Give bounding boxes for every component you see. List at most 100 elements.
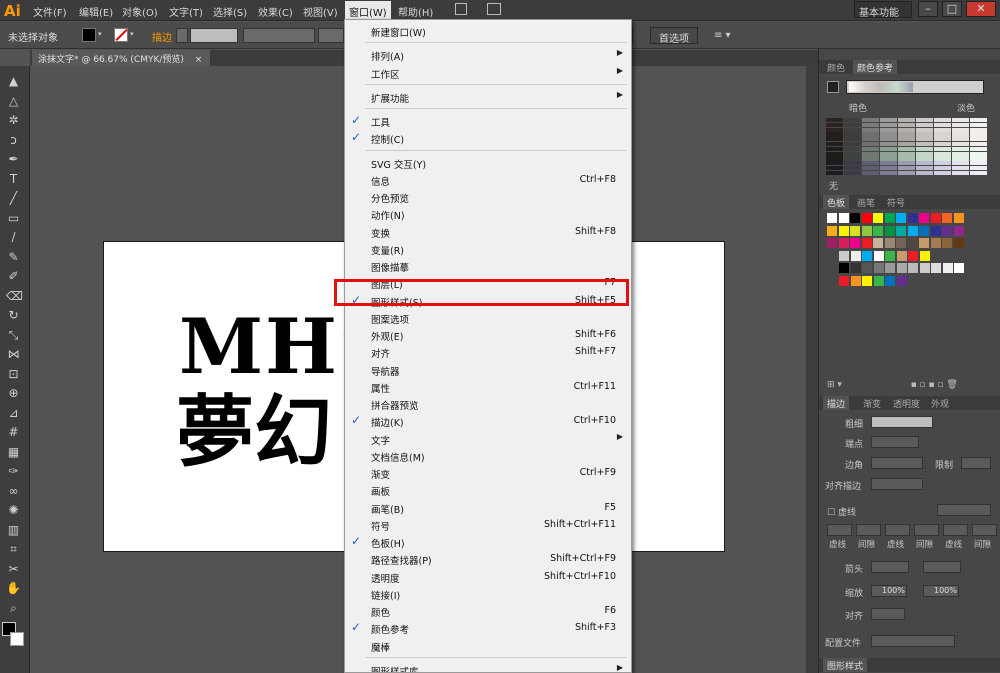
harmony-rules-dropdown[interactable] <box>846 80 984 94</box>
guide-swatch[interactable] <box>880 161 897 166</box>
menu-item[interactable]: 工作区 ▶ <box>345 64 631 81</box>
guide-swatch[interactable] <box>934 137 951 142</box>
paintbrush-icon[interactable]: ∕ <box>6 230 21 244</box>
menu-item[interactable]: 符号 Shift+Ctrl+F11 <box>345 516 631 533</box>
variable-width-dropdown[interactable] <box>243 28 315 43</box>
guide-swatch[interactable] <box>880 151 897 156</box>
stroke-dropdown-icon[interactable]: ▾ <box>130 30 134 38</box>
color-swatch[interactable] <box>954 263 964 273</box>
guide-swatch[interactable] <box>862 166 879 171</box>
free-transform-icon[interactable]: ⊡ <box>6 367 21 381</box>
menu-item[interactable]: 拼合器预览 <box>345 395 631 412</box>
menu-item[interactable]: 扩展功能 ▶ <box>345 88 631 105</box>
menu-item[interactable]: 外观(E) Shift+F6 <box>345 326 631 343</box>
menu-item[interactable]: ✓ 工具 <box>345 112 631 129</box>
menu-item[interactable]: 导航器 <box>345 361 631 378</box>
corner-buttons[interactable] <box>871 457 923 469</box>
guide-swatch[interactable] <box>916 151 933 156</box>
guide-swatch[interactable] <box>880 146 897 152</box>
guide-swatch[interactable] <box>826 127 843 132</box>
color-swatch[interactable] <box>919 213 929 223</box>
menu-item[interactable]: SVG 交互(Y) <box>345 154 631 171</box>
guide-swatch[interactable] <box>880 122 897 128</box>
guide-swatch[interactable] <box>952 118 969 123</box>
guide-swatch[interactable] <box>916 146 933 152</box>
color-swatch[interactable] <box>839 275 849 286</box>
color-swatch[interactable] <box>907 225 918 236</box>
menu-item[interactable]: ✓ 颜色参考 Shift+F3 <box>345 619 631 636</box>
color-swatch[interactable] <box>942 263 953 273</box>
color-swatch[interactable] <box>885 275 895 286</box>
guide-swatch[interactable] <box>898 127 915 132</box>
guide-swatch[interactable] <box>880 118 897 123</box>
color-swatch[interactable] <box>839 250 849 261</box>
color-swatch[interactable] <box>839 263 849 273</box>
guide-swatch[interactable] <box>970 132 987 137</box>
tab-color-guide[interactable]: 颜色参考 <box>853 60 898 74</box>
guide-swatch[interactable] <box>826 161 843 166</box>
menu-5[interactable]: 效果(C) <box>258 4 293 19</box>
color-swatch[interactable] <box>930 225 941 236</box>
color-swatch[interactable] <box>861 225 872 236</box>
guide-swatch[interactable] <box>898 142 915 147</box>
slice-icon[interactable]: ✂ <box>6 562 21 576</box>
line-tool-icon[interactable]: ╱ <box>6 191 21 205</box>
guide-swatch[interactable] <box>844 118 861 123</box>
color-swatch[interactable] <box>850 250 861 261</box>
guide-swatch[interactable] <box>880 142 897 147</box>
menu-item[interactable]: 图形样式库 ▶ <box>345 661 631 672</box>
color-swatch[interactable] <box>862 250 872 261</box>
color-swatch[interactable] <box>919 225 929 236</box>
hand-icon[interactable]: ✋ <box>6 581 21 595</box>
color-swatch[interactable] <box>873 250 884 261</box>
color-swatch[interactable] <box>930 213 941 223</box>
guide-swatch[interactable] <box>952 166 969 171</box>
menu-item[interactable]: 属性 Ctrl+F11 <box>345 378 631 395</box>
guide-swatch[interactable] <box>898 161 915 166</box>
guide-swatch[interactable] <box>970 151 987 156</box>
guide-swatch[interactable] <box>898 156 915 161</box>
guide-swatch[interactable] <box>862 146 879 152</box>
guide-swatch[interactable] <box>862 132 879 137</box>
artwork-text-line2[interactable]: 夢幻 <box>176 394 332 472</box>
tab-swatches[interactable]: 色板 <box>823 195 850 209</box>
gradient-icon[interactable]: ▦ <box>6 445 21 459</box>
guide-swatch[interactable] <box>826 170 843 176</box>
menu-item[interactable]: 变量(R) <box>345 240 631 257</box>
maximize-button[interactable]: □ <box>942 1 962 17</box>
blob-brush-icon[interactable]: ✐ <box>6 269 21 283</box>
color-swatch[interactable] <box>862 263 872 273</box>
arrow-scale-end[interactable]: 100% <box>923 585 959 597</box>
color-swatch[interactable] <box>838 213 849 223</box>
guide-swatch[interactable] <box>952 151 969 156</box>
guide-swatch[interactable] <box>916 170 933 176</box>
bridge-icon[interactable] <box>455 3 467 15</box>
guide-swatch[interactable] <box>952 146 969 152</box>
rotate-icon[interactable]: ↻ <box>6 308 21 322</box>
color-swatch[interactable] <box>873 275 884 286</box>
guide-swatch[interactable] <box>952 142 969 147</box>
base-color-swatch[interactable] <box>827 81 839 93</box>
guide-swatch[interactable] <box>934 151 951 156</box>
artboard-icon[interactable]: ⌗ <box>6 542 21 556</box>
guide-swatch[interactable] <box>916 132 933 137</box>
menu-1[interactable]: 编辑(E) <box>79 4 113 19</box>
tab-symbols[interactable]: 符号 <box>883 195 909 209</box>
color-swatch[interactable] <box>896 238 906 248</box>
minimize-button[interactable]: – <box>918 1 938 17</box>
arrange-documents-icon[interactable] <box>487 3 501 15</box>
menu-item[interactable]: 渐变 Ctrl+F9 <box>345 464 631 481</box>
menu-item[interactable]: 新建窗口(W) <box>345 22 631 39</box>
end-arrow-dropdown[interactable] <box>923 561 961 573</box>
guide-swatch[interactable] <box>844 161 861 166</box>
guide-swatch[interactable] <box>934 146 951 152</box>
guide-swatch[interactable] <box>862 156 879 161</box>
shape-builder-icon[interactable]: ⊕ <box>6 386 21 400</box>
pen-tool-icon[interactable]: ✒ <box>6 152 21 166</box>
width-tool-icon[interactable]: ⋈ <box>6 347 21 361</box>
workspace-switcher[interactable]: 基本功能 <box>854 1 912 19</box>
guide-swatch[interactable] <box>970 161 987 166</box>
menu-6[interactable]: 视图(V) <box>303 4 338 19</box>
dash-input[interactable] <box>856 524 881 536</box>
width-profile-dropdown[interactable] <box>871 635 955 647</box>
